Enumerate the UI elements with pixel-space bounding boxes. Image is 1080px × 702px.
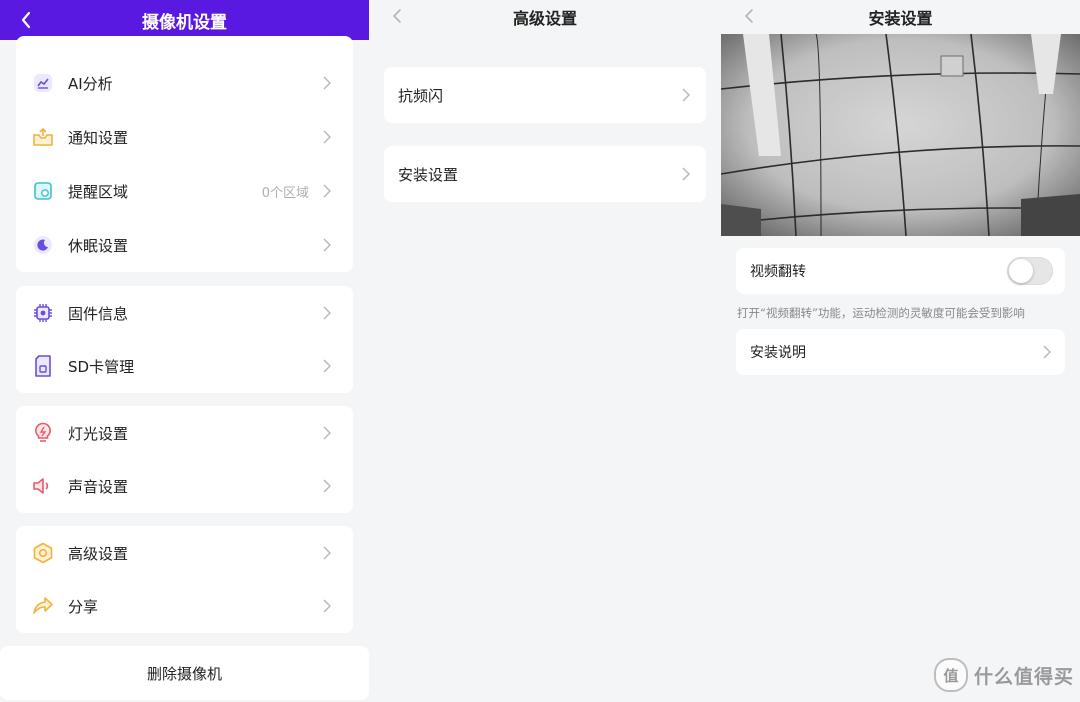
settings-group-3: 灯光设置 声音设置 bbox=[16, 406, 353, 513]
inbox-icon bbox=[32, 126, 54, 148]
menu-item-sleep-settings[interactable]: 休眠设置 bbox=[16, 218, 353, 272]
page-title: 安装设置 bbox=[868, 9, 933, 28]
chevron-right-icon bbox=[321, 545, 333, 561]
video-flip-label: 视频翻转 bbox=[750, 264, 806, 280]
menu-item-notification-settings[interactable]: 通知设置 bbox=[16, 110, 353, 164]
menu-item-firmware-info[interactable]: 固件信息 bbox=[16, 286, 353, 340]
chevron-right-icon bbox=[1043, 344, 1052, 363]
chevron-right-icon bbox=[321, 478, 333, 494]
area-icon bbox=[32, 180, 54, 202]
chevron-right-icon bbox=[321, 598, 333, 614]
alert-area-count: 0个区域 bbox=[261, 185, 309, 201]
sd-card-icon bbox=[32, 355, 54, 377]
video-flip-toggle[interactable] bbox=[1007, 257, 1053, 285]
camera-settings-panel: 摄像机设置 AI分析 通知设置 提醒区域 0个区域 休眠设置 固件信息 SD卡管… bbox=[0, 0, 369, 702]
bulb-icon bbox=[32, 422, 54, 444]
advanced-settings-panel: 高级设置 抗频闪 安装设置 bbox=[369, 0, 721, 702]
settings-group-2: 固件信息 SD卡管理 bbox=[16, 286, 353, 393]
watermark: 值 什么值得买 bbox=[933, 658, 1074, 692]
chevron-right-icon bbox=[321, 237, 333, 253]
menu-item-light-settings[interactable]: 灯光设置 bbox=[16, 406, 353, 460]
back-icon[interactable] bbox=[14, 8, 38, 32]
page-title: 摄像机设置 bbox=[142, 12, 227, 33]
share-icon bbox=[32, 595, 54, 617]
camera-preview bbox=[721, 34, 1080, 236]
hexagon-icon bbox=[32, 542, 54, 564]
chip-icon bbox=[32, 302, 54, 324]
menu-item-sound-settings[interactable]: 声音设置 bbox=[16, 459, 353, 513]
speaker-icon bbox=[32, 475, 54, 497]
delete-camera-button[interactable]: 删除摄像机 bbox=[0, 646, 369, 700]
install-settings-header: 安装设置 bbox=[721, 0, 1080, 34]
chevron-right-icon bbox=[321, 305, 333, 321]
toggle-knob bbox=[1009, 259, 1033, 283]
moon-icon bbox=[32, 234, 54, 256]
menu-item-anti-flicker[interactable]: 抗频闪 bbox=[384, 67, 706, 123]
menu-item-ai-analysis[interactable]: AI分析 bbox=[16, 56, 353, 110]
settings-group-1: AI分析 通知设置 提醒区域 0个区域 休眠设置 bbox=[16, 36, 353, 272]
chart-icon bbox=[32, 72, 54, 94]
menu-item-install-settings[interactable]: 安装设置 bbox=[384, 146, 706, 202]
install-guide-label: 安装说明 bbox=[750, 345, 806, 361]
chevron-right-icon bbox=[321, 358, 333, 374]
menu-item-alert-area[interactable]: 提醒区域 0个区域 bbox=[16, 164, 353, 218]
menu-item-advanced-settings[interactable]: 高级设置 bbox=[16, 526, 353, 580]
chevron-right-icon bbox=[680, 166, 692, 182]
video-flip-hint: 打开“视频翻转”功能，运动检测的灵敏度可能会受到影响 bbox=[737, 306, 1025, 320]
chevron-right-icon bbox=[321, 183, 333, 199]
install-settings-panel: 安装设置 视频翻转 打开“视频翻转”功能，运动检测的灵敏度可能会受到影响 安装说… bbox=[721, 0, 1080, 702]
back-icon[interactable] bbox=[737, 4, 761, 28]
menu-item-install-guide[interactable]: 安装说明 bbox=[736, 329, 1065, 375]
video-flip-row: 视频翻转 bbox=[736, 248, 1065, 294]
camera-settings-header: 摄像机设置 bbox=[0, 0, 369, 40]
page-title: 高级设置 bbox=[512, 9, 577, 28]
chevron-right-icon bbox=[321, 129, 333, 145]
menu-item-share[interactable]: 分享 bbox=[16, 579, 353, 633]
settings-group-4: 高级设置 分享 bbox=[16, 526, 353, 633]
back-icon[interactable] bbox=[385, 4, 409, 28]
menu-item-sd-card[interactable]: SD卡管理 bbox=[16, 339, 353, 393]
watermark-text: 什么值得买 bbox=[973, 665, 1074, 688]
watermark-logo: 值 bbox=[933, 658, 968, 692]
chevron-right-icon bbox=[321, 425, 333, 441]
chevron-right-icon bbox=[321, 75, 333, 91]
chevron-right-icon bbox=[680, 87, 692, 103]
advanced-settings-header: 高级设置 bbox=[369, 0, 721, 34]
